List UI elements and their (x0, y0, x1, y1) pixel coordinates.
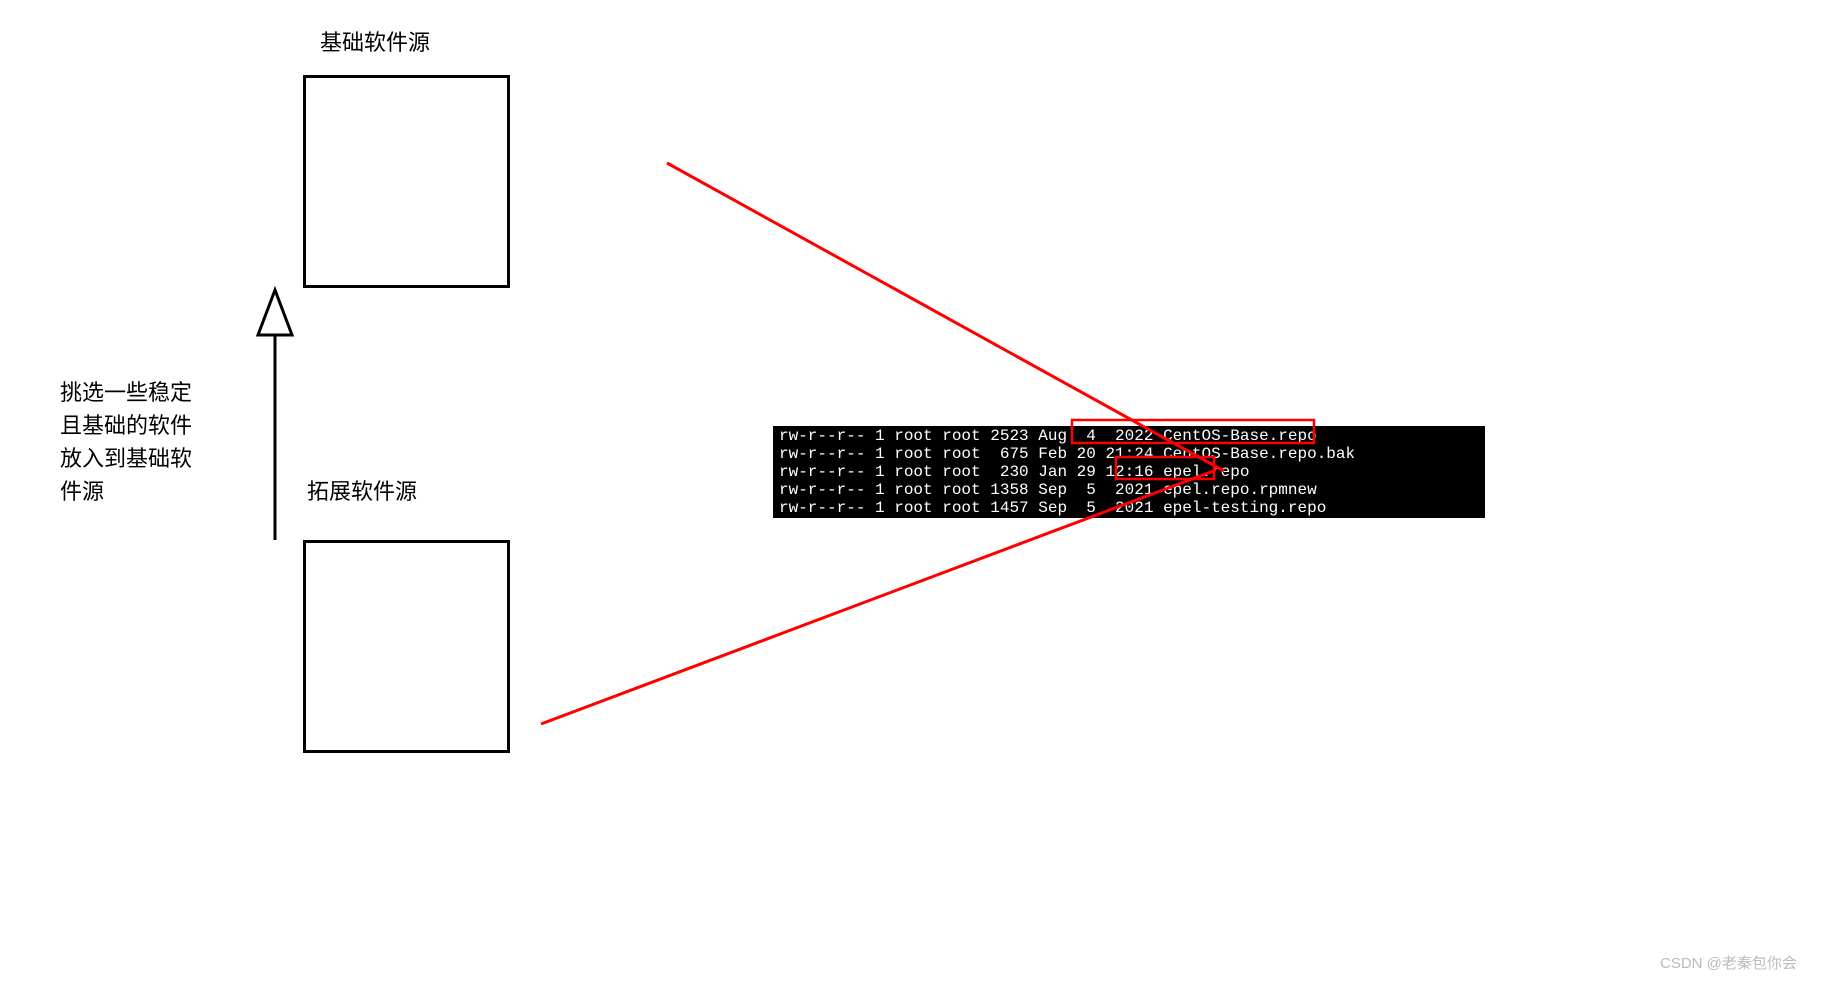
label-side-text: 挑选一些稳定 且基础的软件 放入到基础软 件源 (60, 376, 192, 508)
label-ext-source: 拓展软件源 (307, 475, 417, 508)
red-line-top (667, 163, 1224, 471)
watermark-text: CSDN @老秦包你会 (1660, 952, 1797, 973)
label-basic-source: 基础软件源 (320, 26, 430, 59)
box-ext-source (303, 540, 510, 753)
box-basic-source (303, 75, 510, 288)
terminal-output: rw-r--r-- 1 root root 2523 Aug 4 2022 Ce… (773, 426, 1485, 518)
up-arrow-icon (258, 290, 292, 540)
